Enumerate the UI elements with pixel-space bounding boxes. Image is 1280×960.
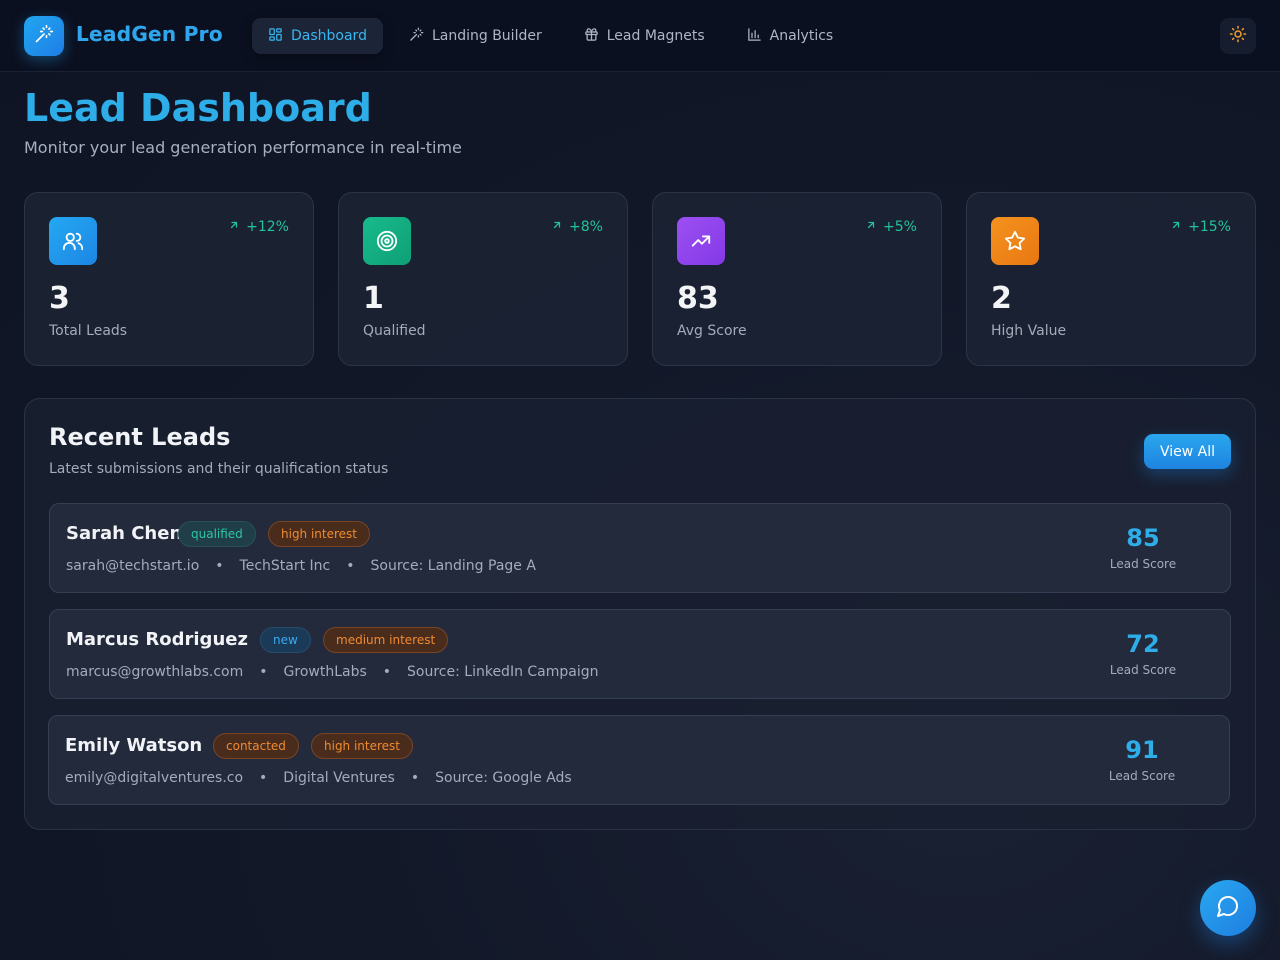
- lead-row[interactable]: Marcus Rodriguez new medium interest mar…: [49, 609, 1231, 699]
- arrow-up-right-icon: [865, 219, 877, 235]
- lead-email: sarah@techstart.io: [66, 558, 200, 574]
- stat-change: +8%: [551, 219, 603, 235]
- lead-company: TechStart Inc: [239, 558, 331, 574]
- recent-leads-title: Recent Leads: [49, 423, 231, 451]
- lead-name: Sarah Chen: [66, 523, 183, 544]
- lead-email: emily@digitalventures.co: [65, 770, 244, 786]
- stat-card-avg-score: +5% 83 Avg Score: [652, 192, 942, 366]
- nav-landing-builder[interactable]: Landing Builder: [393, 18, 558, 54]
- brand-name[interactable]: LeadGen Pro: [76, 22, 223, 46]
- stat-value: 83: [677, 281, 719, 316]
- top-header: LeadGen Pro Dashboard Landing Builder Le…: [0, 0, 1280, 72]
- status-badge: new: [260, 627, 311, 653]
- nav-analytics-label: Analytics: [769, 28, 834, 44]
- trending-up-icon: [677, 217, 725, 265]
- nav-dashboard[interactable]: Dashboard: [252, 18, 383, 54]
- lead-row[interactable]: Emily Watson contacted high interest emi…: [48, 715, 1230, 805]
- lead-score: 91: [1125, 736, 1159, 764]
- interest-badge: high interest: [268, 521, 371, 547]
- gift-icon: [584, 27, 599, 46]
- nav-landing-builder-label: Landing Builder: [431, 28, 542, 44]
- arrow-up-right-icon: [1170, 219, 1182, 235]
- magic-wand-icon: [409, 27, 424, 46]
- lead-email: marcus@growthlabs.com: [66, 664, 244, 680]
- users-icon: [49, 217, 97, 265]
- recent-leads-subtitle: Latest submissions and their qualificati…: [49, 461, 389, 477]
- layout-grid-icon: [268, 27, 283, 46]
- lead-score-label: Lead Score: [1108, 769, 1176, 783]
- arrow-up-right-icon: [228, 219, 240, 235]
- lead-score: 72: [1126, 630, 1160, 658]
- status-badge: qualified: [178, 521, 256, 547]
- interest-badge: high interest: [311, 733, 414, 759]
- star-icon: [991, 217, 1039, 265]
- chat-button[interactable]: [1200, 880, 1256, 936]
- stat-label: Total Leads: [49, 323, 128, 339]
- lead-name: Emily Watson: [65, 735, 203, 756]
- lead-score-label: Lead Score: [1109, 557, 1177, 571]
- bar-chart-icon: [747, 27, 762, 46]
- stat-value: 1: [363, 281, 384, 316]
- status-badge: contacted: [213, 733, 299, 759]
- separator: •: [259, 664, 268, 680]
- nav-analytics[interactable]: Analytics: [731, 18, 850, 54]
- nav-lead-magnets-label: Lead Magnets: [606, 28, 705, 44]
- lead-meta: marcus@growthlabs.com • GrowthLabs • Sou…: [66, 664, 599, 680]
- lead-company: Digital Ventures: [283, 770, 395, 786]
- main-nav: Dashboard Landing Builder Lead Magnets A…: [252, 18, 859, 54]
- lead-company: GrowthLabs: [283, 664, 367, 680]
- view-all-button[interactable]: View All: [1144, 434, 1231, 469]
- lead-score: 85: [1126, 524, 1160, 552]
- stat-value: 2: [991, 281, 1012, 316]
- lead-meta: emily@digitalventures.co • Digital Ventu…: [65, 770, 572, 786]
- separator: •: [215, 558, 224, 574]
- theme-toggle-button[interactable]: [1220, 18, 1256, 54]
- chat-bubble-icon: [1216, 894, 1240, 922]
- lead-name: Marcus Rodriguez: [66, 629, 248, 650]
- lead-source: Source: LinkedIn Campaign: [407, 664, 599, 680]
- recent-leads-panel: Recent Leads Latest submissions and thei…: [24, 398, 1256, 830]
- separator: •: [346, 558, 355, 574]
- lead-score-label: Lead Score: [1109, 663, 1177, 677]
- sun-icon: [1229, 25, 1247, 47]
- nav-dashboard-label: Dashboard: [291, 28, 367, 44]
- stat-card-qualified: +8% 1 Qualified: [338, 192, 628, 366]
- lead-row[interactable]: Sarah Chen qualified high interest sarah…: [49, 503, 1231, 593]
- stat-change: +5%: [865, 219, 917, 235]
- separator: •: [382, 664, 392, 680]
- interest-badge: medium interest: [323, 627, 449, 653]
- lead-source: Source: Google Ads: [435, 770, 572, 786]
- stat-change-value: +15%: [1188, 219, 1231, 235]
- stat-change: +12%: [228, 219, 289, 235]
- stat-label: High Value: [991, 323, 1067, 339]
- separator: •: [259, 770, 268, 786]
- arrow-up-right-icon: [551, 219, 563, 235]
- stat-label: Qualified: [363, 323, 426, 339]
- stat-change-value: +8%: [569, 219, 603, 235]
- nav-lead-magnets[interactable]: Lead Magnets: [568, 18, 721, 54]
- lead-source: Source: Landing Page A: [370, 558, 536, 574]
- lead-meta: sarah@techstart.io • TechStart Inc • Sou…: [66, 558, 536, 574]
- stat-change-value: +5%: [883, 219, 917, 235]
- magic-wand-icon: [34, 24, 54, 48]
- stat-value: 3: [49, 281, 70, 316]
- page-title: Lead Dashboard: [24, 86, 372, 130]
- target-icon: [363, 217, 411, 265]
- page-subtitle: Monitor your lead generation performance…: [24, 138, 462, 157]
- stat-change: +15%: [1170, 219, 1231, 235]
- stat-change-value: +12%: [246, 219, 289, 235]
- stat-card-total-leads: +12% 3 Total Leads: [24, 192, 314, 366]
- separator: •: [410, 770, 420, 786]
- logo[interactable]: [24, 16, 64, 56]
- stat-card-high-value: +15% 2 High Value: [966, 192, 1256, 366]
- stat-label: Avg Score: [677, 323, 747, 339]
